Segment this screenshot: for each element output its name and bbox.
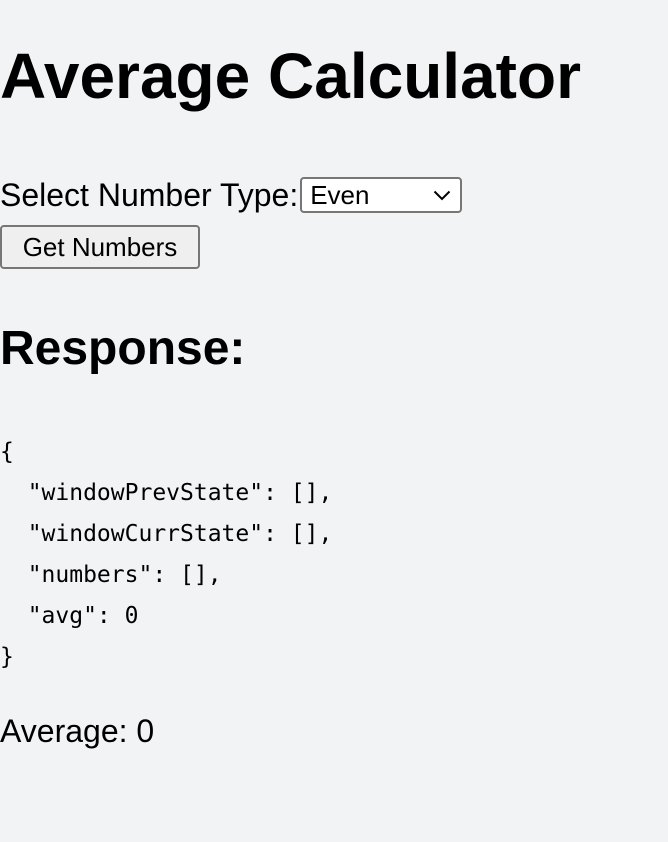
response-heading: Response: <box>0 322 246 375</box>
number-type-select[interactable]: Even <box>300 177 463 213</box>
number-type-label: Select Number Type: <box>0 177 299 213</box>
get-numbers-button[interactable]: Get Numbers <box>0 225 200 269</box>
page-title: Average Calculator <box>0 40 581 112</box>
number-type-selected-value: Even <box>310 179 370 210</box>
average-result: Average: 0 <box>0 713 155 749</box>
page: Average Calculator Select Number Type: E… <box>0 0 668 842</box>
response-json: { "windowPrevState": [], "windowCurrStat… <box>0 439 333 670</box>
number-type-row: Select Number Type: Even <box>0 174 463 216</box>
chevron-down-icon <box>432 188 452 202</box>
